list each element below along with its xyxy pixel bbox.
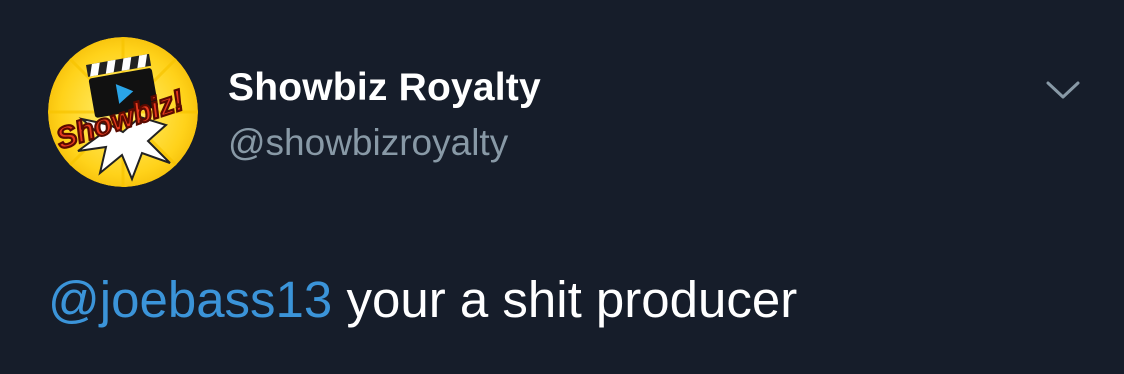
chevron-down-icon <box>1046 81 1080 99</box>
tweet-card: Showbiz! Showbiz Royalty @showbizroyalty… <box>0 0 1124 374</box>
tweet-body-text: your a shit producer <box>332 271 798 328</box>
tweet-text: @joebass13 your a shit producer <box>48 270 797 329</box>
showbiz-logo-avatar-icon: Showbiz! <box>48 37 198 187</box>
mention-link[interactable]: @joebass13 <box>48 271 332 328</box>
tweet-menu-button[interactable] <box>1042 74 1084 106</box>
avatar[interactable]: Showbiz! <box>48 37 198 187</box>
user-handle[interactable]: @showbizroyalty <box>228 122 508 164</box>
user-display-name[interactable]: Showbiz Royalty <box>228 66 541 110</box>
